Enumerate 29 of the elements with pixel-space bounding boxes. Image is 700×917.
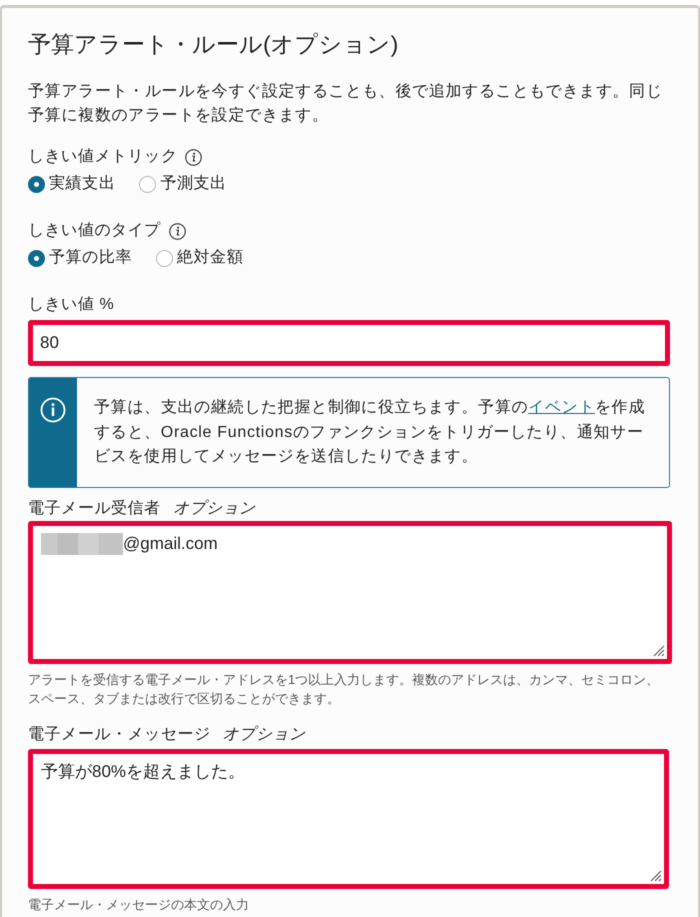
radio-icon[interactable] xyxy=(28,250,45,266)
field-label: 電子メール受信者 xyxy=(28,498,161,519)
field-label: しきい値のタイプ xyxy=(28,220,161,241)
field-label: しきい値メトリック xyxy=(28,147,178,167)
field-label: 電子メール・メッセージ xyxy=(28,725,211,745)
intro-text: 予算アラート・ルールを今すぐ設定することも、後で追加することもできます。同じ予算に複数のアラートを設定できます。 xyxy=(28,82,664,126)
help-text: アラートを受信する電子メール・アドレスを1つ以上入力します。複数のアドレスは、カンマ、セミコロン、スペース、タブまたは改行で区切ることができます。 xyxy=(28,671,660,708)
optional-tag: オプション xyxy=(222,723,306,747)
optional-tag: オプション xyxy=(172,497,256,521)
radio-icon[interactable] xyxy=(28,176,45,192)
info-icon xyxy=(40,397,66,423)
resize-grip-icon[interactable] xyxy=(653,645,665,657)
info-icon[interactable] xyxy=(168,222,186,240)
resize-grip-icon[interactable] xyxy=(650,870,662,882)
info-icon[interactable] xyxy=(185,148,202,166)
radio-option[interactable]: 予測支出 xyxy=(139,172,227,196)
radio-option[interactable]: 実績支出 xyxy=(28,172,116,196)
radio-option[interactable]: 絶対金額 xyxy=(156,246,244,270)
textarea-field[interactable]: 予算が80%を超えました。 xyxy=(28,749,669,889)
events-link[interactable]: イベント xyxy=(528,399,596,416)
notice-text: 予算は、支出の継続した把握と制御に役立ちます。予算のイベント を作成すると、Oracle Functionsのファンクションをトリガーしたり、通知サービスを使用してメッセージを送信したりできます。 xyxy=(93,398,646,467)
textarea-field[interactable]: @gmail.com xyxy=(28,521,672,664)
field-label: しきい値 % xyxy=(28,295,114,315)
section-title: 予算アラート・ルール(オプション) xyxy=(28,30,400,59)
threshold-input[interactable]: 80 xyxy=(28,320,670,366)
radio-icon[interactable] xyxy=(156,250,173,266)
help-text: 電子メール・メッセージの本文の入力 xyxy=(28,896,250,914)
radio-option[interactable]: 予算の比率 xyxy=(28,246,132,270)
radio-icon[interactable] xyxy=(139,176,156,192)
